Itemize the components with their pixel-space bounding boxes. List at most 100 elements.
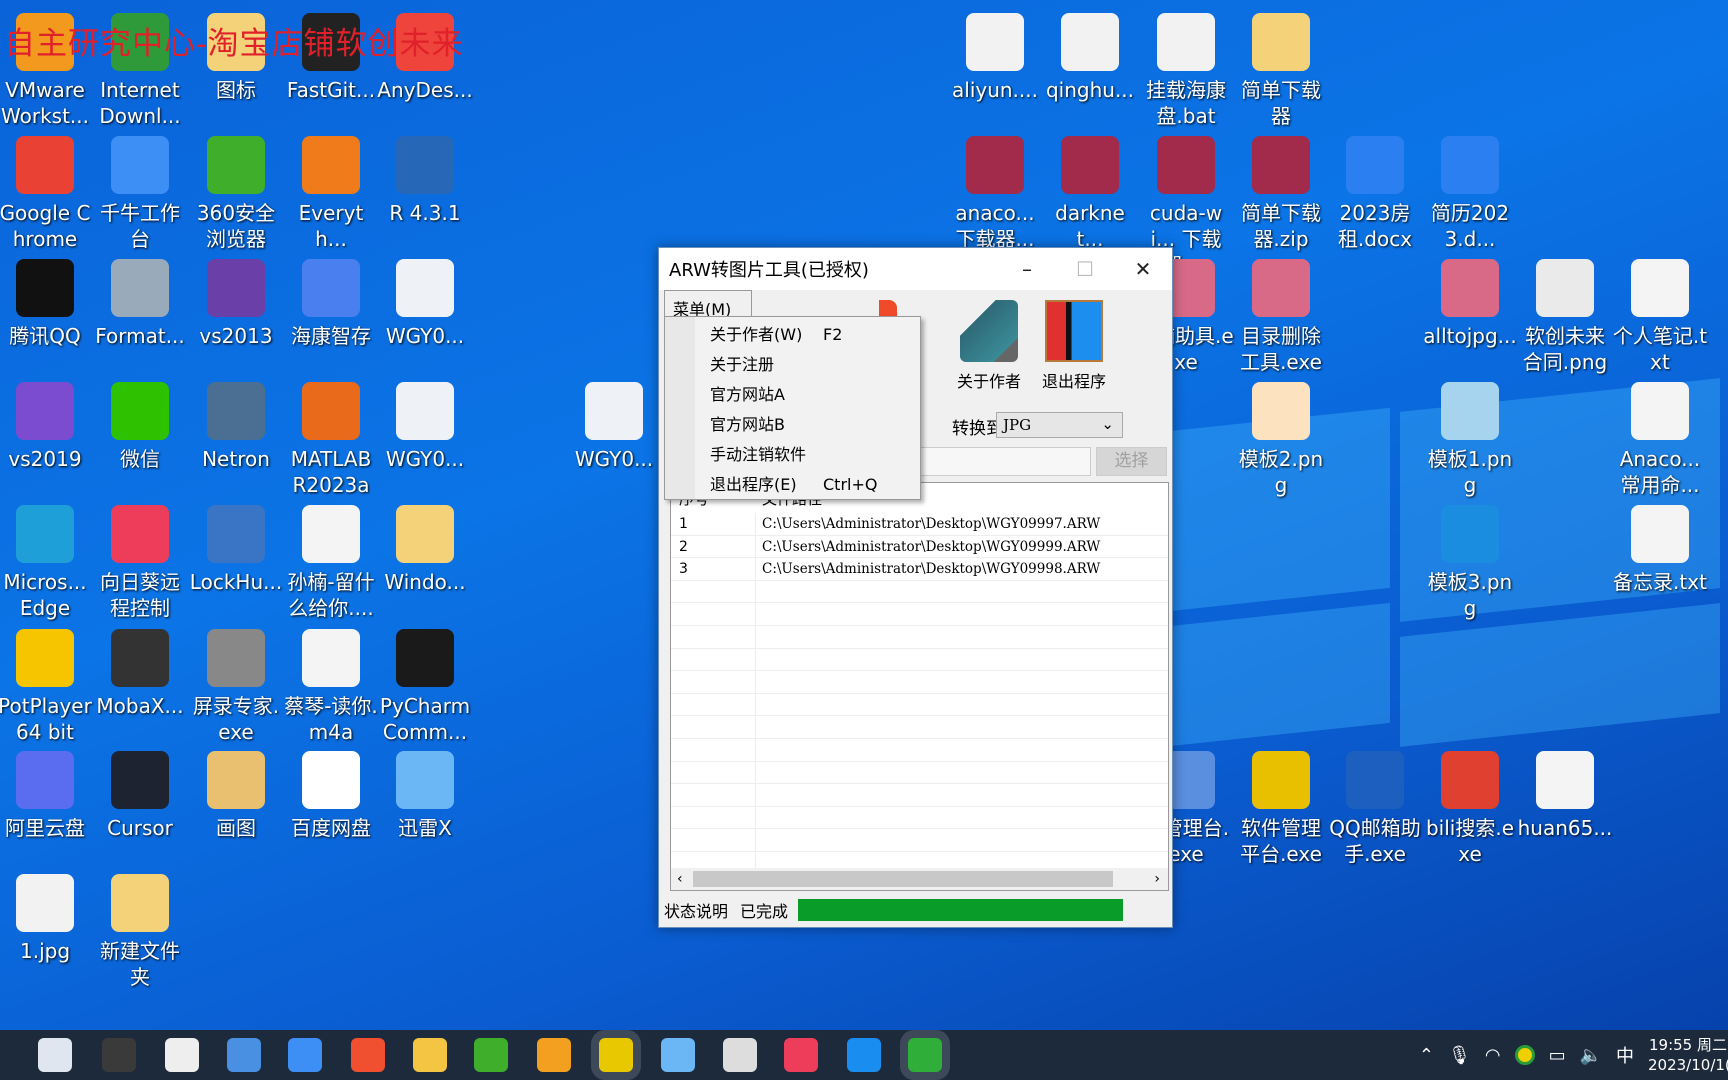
desktop-icon[interactable]: Netron xyxy=(188,382,284,472)
file-list[interactable]: 序号文件路径 1C:\Users\Administrator\Desktop\W… xyxy=(670,482,1169,891)
table-row[interactable] xyxy=(671,829,1168,852)
ime-indicator[interactable]: 中 xyxy=(1616,1042,1634,1068)
desktop-icon[interactable]: Google Chrome xyxy=(0,136,93,252)
menu-item[interactable]: 关于注册 xyxy=(710,351,910,379)
desktop-icon[interactable]: bili搜索.exe xyxy=(1422,751,1518,867)
minimize-button[interactable]: – xyxy=(998,257,1056,281)
desktop-icon[interactable]: PotPlayer 64 bit xyxy=(0,629,93,745)
upx-icon[interactable] xyxy=(165,1038,199,1072)
scroll-right-icon[interactable]: › xyxy=(1154,871,1160,887)
desktop-icon[interactable]: 简单下载器 xyxy=(1233,13,1329,129)
arw-tool-icon[interactable] xyxy=(908,1038,942,1072)
desktop-icon[interactable]: 个人笔记.txt xyxy=(1612,259,1708,375)
title-bar[interactable]: ARW转图片工具(已授权) – ☐ ✕ xyxy=(659,248,1172,290)
format-select[interactable]: JPG ⌄ xyxy=(996,412,1123,438)
desktop-icon[interactable]: 360安全浏览器 xyxy=(188,136,284,252)
security-app-icon[interactable] xyxy=(1514,1045,1535,1065)
table-row[interactable] xyxy=(671,671,1168,694)
close-button[interactable]: ✕ xyxy=(1114,257,1172,281)
clock[interactable]: 19:55 周二 2023/10/1( xyxy=(1648,1035,1728,1075)
wifi-icon[interactable]: ◠ xyxy=(1485,1045,1501,1066)
desktop-icon[interactable]: 模板1.png xyxy=(1422,382,1518,498)
table-row[interactable] xyxy=(671,806,1168,830)
desktop-icon[interactable]: Micros... Edge xyxy=(0,505,93,621)
table-row[interactable] xyxy=(671,784,1168,807)
desktop-icon[interactable]: WGY0... xyxy=(566,382,662,472)
toolbar-about-button[interactable]: 关于作者 xyxy=(946,300,1032,392)
desktop-icon[interactable]: 1.jpg xyxy=(0,874,93,964)
file-explorer-icon[interactable] xyxy=(413,1038,447,1072)
notebook-icon[interactable] xyxy=(227,1038,261,1072)
emoji-app-icon[interactable] xyxy=(537,1038,571,1072)
table-row[interactable]: 2 C:\Users\Administrator\Desktop\WGY09999… xyxy=(671,535,1168,559)
desktop-icon[interactable]: 微信 xyxy=(92,382,188,472)
table-row[interactable] xyxy=(671,761,1168,785)
desktop-icon[interactable]: 迅雷X xyxy=(377,751,473,841)
desktop-icon[interactable]: 备忘录.txt xyxy=(1612,505,1708,595)
desktop-icon[interactable]: R 4.3.1 xyxy=(377,136,473,226)
table-row[interactable] xyxy=(671,580,1168,604)
maximize-button[interactable]: ☐ xyxy=(1056,257,1114,281)
table-row[interactable] xyxy=(671,738,1168,762)
desktop-icon[interactable]: 百度网盘 xyxy=(283,751,379,841)
horizontal-scrollbar[interactable]: ‹ › xyxy=(671,868,1168,890)
sunlogin-icon[interactable] xyxy=(784,1038,818,1072)
volume-icon[interactable]: 🔈 xyxy=(1580,1045,1602,1066)
desktop-icon[interactable]: LockHu... xyxy=(188,505,284,595)
audio-app-icon[interactable] xyxy=(599,1038,633,1072)
xunlei-icon[interactable] xyxy=(661,1038,695,1072)
desktop-icon[interactable]: vs2019 xyxy=(0,382,93,472)
desktop-icon[interactable]: 孙楠-留什么给你.... xyxy=(283,505,379,621)
desktop-icon[interactable]: MobaX... xyxy=(92,629,188,719)
git-icon[interactable] xyxy=(351,1038,385,1072)
desktop-icon[interactable]: PyCharm Comm... xyxy=(377,629,473,745)
desktop-icon[interactable]: MATLAB R2023a xyxy=(283,382,379,498)
table-row[interactable] xyxy=(671,603,1168,626)
battery-icon[interactable]: ▭ xyxy=(1549,1045,1566,1066)
obs-icon[interactable] xyxy=(102,1038,136,1072)
desktop-icon[interactable]: 简历2023.d... xyxy=(1422,136,1518,252)
desktop-icon[interactable]: darknet... xyxy=(1042,136,1138,252)
potplayer-icon[interactable] xyxy=(723,1038,757,1072)
desktop-icon[interactable]: 蔡琴-读你.m4a xyxy=(283,629,379,745)
desktop-icon[interactable]: anaco... 下载器... xyxy=(947,136,1043,252)
menu-item[interactable]: 关于作者(W) F2 xyxy=(710,321,910,349)
desktop-icon[interactable]: Windo... xyxy=(377,505,473,595)
desktop-icon[interactable]: Format... xyxy=(92,259,188,349)
desktop-icon[interactable]: 画图 xyxy=(188,751,284,841)
desktop-icon[interactable]: 挂载海康盘.bat xyxy=(1138,13,1234,129)
select-button[interactable]: 选择 xyxy=(1096,447,1167,476)
desktop-icon[interactable]: 腾讯QQ xyxy=(0,259,93,349)
desktop-icon[interactable]: Everyth... xyxy=(283,136,379,252)
desktop-icon[interactable]: 模板2.png xyxy=(1233,382,1329,498)
desktop-icon[interactable]: huan65... xyxy=(1517,751,1613,841)
desktop-icon[interactable]: WGY0... xyxy=(377,259,473,349)
desktop-icon[interactable]: alltojpg... xyxy=(1422,259,1518,349)
table-row[interactable] xyxy=(671,625,1168,649)
desktop-icon[interactable]: 目录删除工具.exe xyxy=(1233,259,1329,375)
menu-item[interactable]: 手动注销软件 xyxy=(710,441,910,469)
desktop-icon[interactable]: WGY0... xyxy=(377,382,473,472)
desktop-icon[interactable]: 千牛工作台 xyxy=(92,136,188,252)
scroll-left-icon[interactable]: ‹ xyxy=(677,871,683,887)
360-browser-icon[interactable] xyxy=(474,1038,508,1072)
table-row[interactable]: 3 C:\Users\Administrator\Desktop\WGY09998… xyxy=(671,558,1168,581)
menu-item[interactable]: 退出程序(E) Ctrl+Q xyxy=(710,471,910,499)
table-row[interactable] xyxy=(671,648,1168,672)
desktop-icon[interactable]: 软件管理平台.exe xyxy=(1233,751,1329,867)
desktop-icon[interactable]: 海康智存 xyxy=(283,259,379,349)
scrollbar-thumb[interactable] xyxy=(693,871,1113,887)
table-row[interactable] xyxy=(671,716,1168,739)
desktop-icon[interactable]: QQ邮箱助手.exe xyxy=(1327,751,1423,867)
microphone-icon[interactable]: 🎙 xyxy=(1448,1045,1471,1066)
desktop-icon[interactable]: Anaco... 常用命... xyxy=(1612,382,1708,498)
desktop-icon[interactable]: Cursor xyxy=(92,751,188,841)
desktop-icon[interactable]: aliyun.... xyxy=(947,13,1043,103)
desktop-icon[interactable]: qinghu... xyxy=(1042,13,1138,103)
desktop-icon[interactable]: 屏录专家.exe xyxy=(188,629,284,745)
show-hidden-icons-chevron-icon[interactable]: ⌃ xyxy=(1419,1045,1434,1066)
desktop-icon[interactable]: 软创未来合同.png xyxy=(1517,259,1613,375)
table-row[interactable] xyxy=(671,693,1168,717)
table-row[interactable]: 1 C:\Users\Administrator\Desktop\WGY09997… xyxy=(671,513,1168,536)
desktop-icon[interactable]: vs2013 xyxy=(188,259,284,349)
